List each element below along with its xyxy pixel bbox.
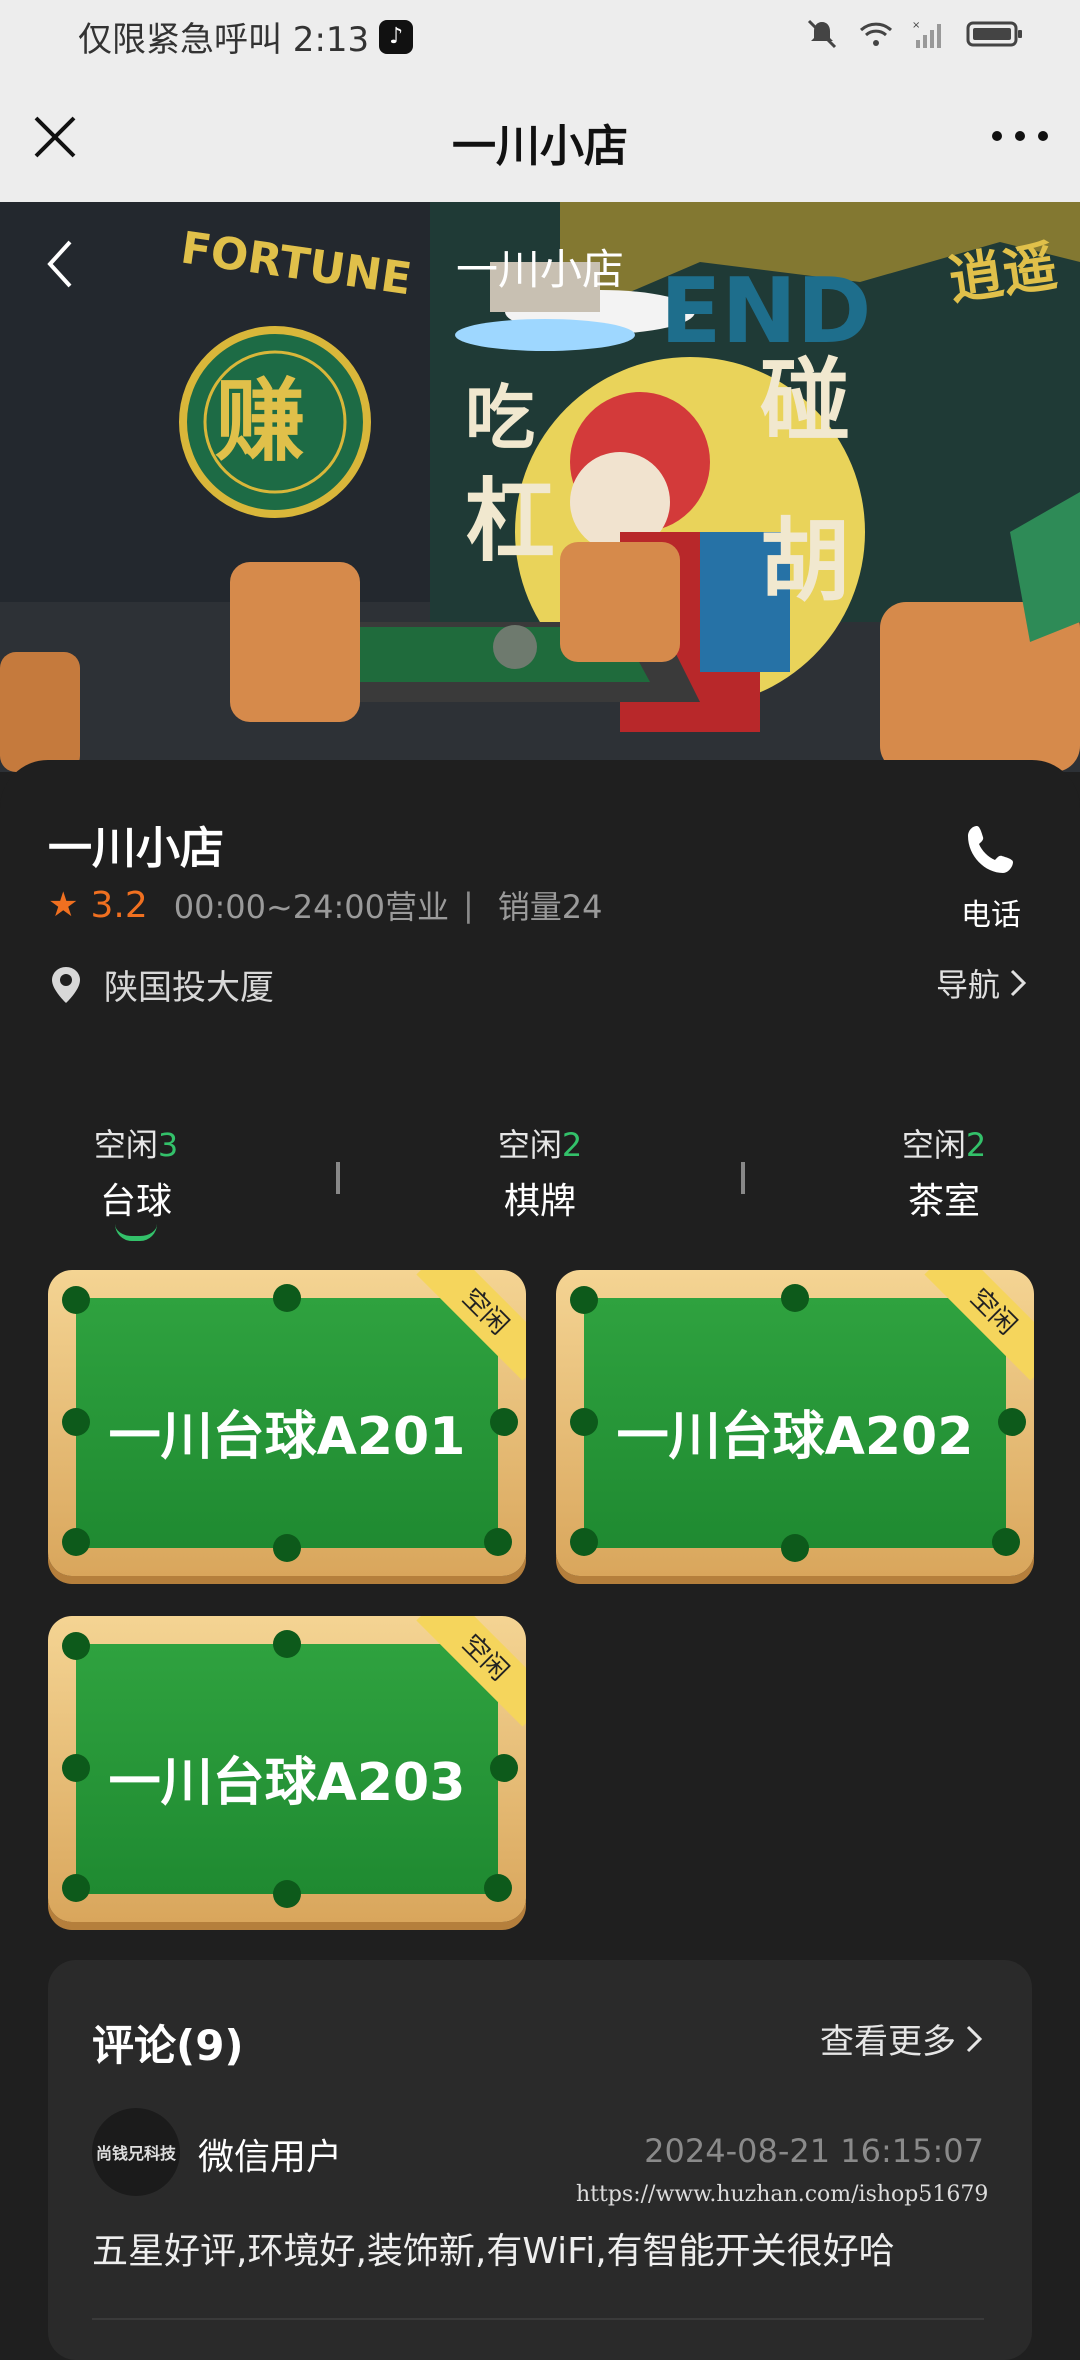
pocket <box>62 1874 90 1902</box>
battery-icon <box>966 21 1022 47</box>
pocket <box>62 1286 90 1314</box>
svg-text:×: × <box>912 20 920 31</box>
pocket <box>570 1286 598 1314</box>
title-bar: 一川小店 <box>0 72 1080 202</box>
phone-button[interactable]: 电话 <box>950 822 1032 934</box>
svg-text:吃: 吃 <box>465 377 535 459</box>
table-name: 一川台球A203 <box>108 1753 466 1813</box>
pocket <box>484 1874 512 1902</box>
table-card[interactable]: 一川台球A202 空闲 <box>556 1270 1034 1576</box>
status-right: × <box>804 18 1024 50</box>
pocket <box>484 1528 512 1556</box>
svg-text:赚: 赚 <box>215 369 305 474</box>
wifi-icon <box>859 22 893 46</box>
pocket <box>570 1528 598 1556</box>
pocket <box>273 1534 301 1562</box>
comments-section: 评论(9) 查看更多 尚钱兄科技 微信用户 2024-08-21 16:15:0… <box>48 1960 1032 2360</box>
navigation-link[interactable]: 导航 <box>936 960 1028 1006</box>
view-more-label: 查看更多 <box>820 2022 956 2062</box>
address-text: 陕国投大厦 <box>104 968 274 1008</box>
tab-billiards[interactable]: 空闲3 台球 <box>56 1120 216 1241</box>
status-left: 仅限紧急呼叫 2:13 ♪ <box>78 12 414 61</box>
chevron-right-icon <box>1010 969 1027 997</box>
shop-hero-image: FORTUNE 赚 END 碰 胡 杠 吃 逍遥 一川小店 <box>0 202 1080 772</box>
comment-user: 微信用户 <box>198 2137 343 2178</box>
rating-score: 3.2 <box>90 884 148 926</box>
phone-icon <box>968 826 1013 873</box>
svg-text:碰: 碰 <box>760 349 850 454</box>
active-tab-indicator <box>115 1224 157 1241</box>
table-card[interactable]: 一川台球A201 空闲 <box>48 1270 526 1576</box>
svg-text:杠: 杠 <box>465 469 555 574</box>
svg-text:胡: 胡 <box>760 509 850 614</box>
tab-label: 棋牌 <box>503 1181 576 1222</box>
star-icon: ★ <box>48 885 79 925</box>
comment-time: 2024-08-21 16:15:07 <box>644 2132 984 2170</box>
business-hours: 00:00~24:00营业 <box>173 888 450 926</box>
tab-label: 茶室 <box>907 1181 980 1222</box>
hero-title: 一川小店 <box>455 245 624 294</box>
shop-info-card: 一川小店 ★ 3.2 00:00~24:00营业 | 销量24 电话 陕国投大厦… <box>0 760 1080 2360</box>
signal-off-icon: × <box>912 20 941 48</box>
status-bar: 仅限紧急呼叫 2:13 ♪ × <box>0 0 1080 72</box>
comments-title: 评论(9) <box>92 2021 244 2070</box>
status-text: 仅限紧急呼叫 2:13 <box>78 20 370 60</box>
location-pin-icon <box>52 966 80 1003</box>
comment-text: 五星好评,环境好,装饰新,有WiFi,有智能开关很好哈 <box>92 2231 895 2272</box>
address-row: 陕国投大厦 <box>48 960 274 1009</box>
tab-free-count: 空闲3 <box>93 1126 179 1164</box>
tab-tea-room[interactable]: 空闲2 茶室 <box>864 1120 1024 1224</box>
comment-divider <box>92 2318 984 2320</box>
bell-off-icon <box>807 19 837 49</box>
pocket <box>992 1528 1020 1556</box>
pocket <box>781 1284 809 1312</box>
tab-free-count: 空闲2 <box>497 1126 583 1164</box>
pocket <box>62 1528 90 1556</box>
view-more-link[interactable]: 查看更多 <box>820 2014 984 2063</box>
avatar: 尚钱兄科技 <box>92 2108 180 2196</box>
tab-divider <box>336 1162 340 1194</box>
tab-label: 台球 <box>99 1181 172 1222</box>
watermark-text: https://www.huzhan.com/ishop51679 <box>576 2182 989 2207</box>
navigation-label: 导航 <box>935 966 1000 1004</box>
pocket <box>273 1630 301 1658</box>
more-menu-icon[interactable] <box>992 124 1048 148</box>
meta-divider: | <box>463 886 474 924</box>
tiktok-icon: ♪ <box>379 19 414 54</box>
shop-meta: ★ 3.2 00:00~24:00营业 | 销量24 <box>48 882 603 928</box>
page-title: 一川小店 <box>452 121 628 172</box>
table-name: 一川台球A202 <box>616 1407 974 1467</box>
tab-free-count: 空闲2 <box>901 1126 987 1164</box>
pocket <box>273 1284 301 1312</box>
table-card[interactable]: 一川台球A203 空闲 <box>48 1616 526 1922</box>
pocket <box>273 1880 301 1908</box>
pocket <box>781 1534 809 1562</box>
sales-count: 销量24 <box>497 888 603 926</box>
shop-name: 一川小店 <box>48 823 224 874</box>
phone-label: 电话 <box>961 898 1021 933</box>
tab-divider <box>741 1162 745 1194</box>
table-name: 一川台球A201 <box>108 1407 466 1467</box>
tab-chess-cards[interactable]: 空闲2 棋牌 <box>460 1120 620 1224</box>
chevron-right-icon <box>966 2025 983 2052</box>
room-type-tabs: 空闲3 台球 空闲2 棋牌 空闲2 茶室 <box>0 1120 1080 1241</box>
pocket <box>62 1632 90 1660</box>
